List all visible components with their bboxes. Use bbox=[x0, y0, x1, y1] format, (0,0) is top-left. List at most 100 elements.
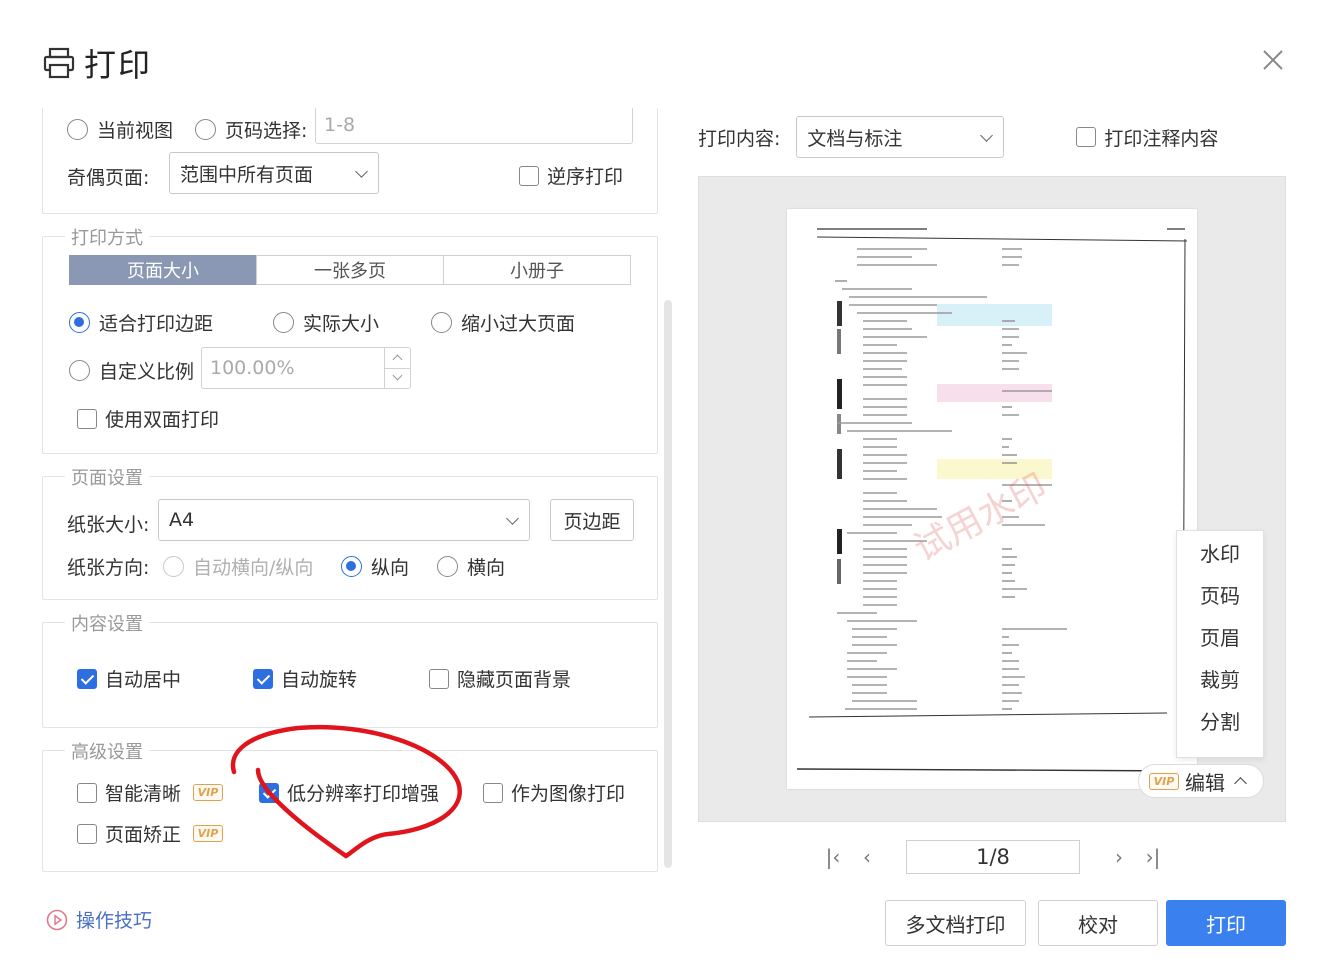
page-select-label: 页码选择: bbox=[225, 120, 308, 142]
edit-button[interactable]: VIP 编辑 bbox=[1138, 764, 1264, 798]
print-content-select[interactable]: 文档与标注 bbox=[796, 116, 1005, 158]
print-mode-legend: 打印方式 bbox=[65, 224, 149, 250]
tab-page-size[interactable]: 页面大小 bbox=[69, 255, 257, 285]
orient-auto-radio[interactable] bbox=[163, 556, 184, 577]
orient-portrait-label: 纵向 bbox=[371, 557, 410, 579]
shrink-large-radio[interactable] bbox=[431, 312, 452, 333]
radio-current-view[interactable]: 当前视图 bbox=[67, 116, 173, 143]
print-button[interactable]: 打印 bbox=[1166, 900, 1286, 946]
orient-portrait-radio[interactable] bbox=[341, 556, 362, 577]
chevron-down-icon bbox=[355, 165, 368, 178]
duplex-option[interactable]: 使用双面打印 bbox=[77, 405, 219, 432]
page-correct-option[interactable]: 页面矫正 VIP bbox=[77, 820, 224, 847]
odd-even-value: 范围中所有页面 bbox=[180, 163, 314, 186]
orient-landscape-option[interactable]: 横向 bbox=[437, 553, 505, 580]
orient-landscape-radio[interactable] bbox=[437, 556, 458, 577]
last-page-icon[interactable]: ›| bbox=[1140, 844, 1166, 870]
printer-icon bbox=[43, 47, 75, 79]
as-image-option[interactable]: 作为图像打印 bbox=[483, 779, 625, 806]
low-res-enhance-option[interactable]: 低分辨率打印增强 bbox=[259, 779, 439, 806]
page-correct-label: 页面矫正 bbox=[105, 824, 182, 846]
custom-scale-radio[interactable] bbox=[69, 360, 90, 381]
duplex-label: 使用双面打印 bbox=[105, 409, 220, 431]
chevron-up-icon bbox=[1234, 777, 1247, 790]
scale-stepper[interactable] bbox=[384, 348, 410, 388]
auto-rotate-label: 自动旋转 bbox=[281, 669, 358, 691]
menu-item-watermark[interactable]: 水印 bbox=[1177, 531, 1263, 573]
orientation-row: 纸张方向: bbox=[67, 553, 149, 580]
hide-bg-checkbox[interactable] bbox=[429, 668, 449, 689]
proofread-button[interactable]: 校对 bbox=[1038, 900, 1158, 946]
auto-rotate-option[interactable]: 自动旋转 bbox=[253, 665, 357, 692]
menu-item-header[interactable]: 页眉 bbox=[1177, 615, 1263, 657]
advanced-section: 高级设置 智能清晰 VIP 低分辨率打印增强 作为图像打印 页面矫正 VIP bbox=[42, 738, 658, 872]
print-comments-option[interactable]: 打印注释内容 bbox=[1076, 124, 1218, 151]
actual-size-radio[interactable] bbox=[273, 312, 294, 333]
print-content-label: 打印内容: bbox=[698, 127, 781, 150]
current-view-label: 当前视图 bbox=[97, 120, 174, 142]
current-view-radio[interactable] bbox=[67, 119, 88, 140]
menu-item-page-number[interactable]: 页码 bbox=[1177, 573, 1263, 615]
page-select-radio[interactable] bbox=[195, 119, 216, 140]
as-image-checkbox[interactable] bbox=[483, 782, 503, 803]
shrink-large-option[interactable]: 缩小过大页面 bbox=[431, 309, 575, 336]
auto-center-checkbox[interactable] bbox=[77, 668, 97, 689]
print-mode-tabs: 页面大小 一张多页 小册子 bbox=[69, 255, 631, 285]
menu-item-crop[interactable]: 裁剪 bbox=[1177, 657, 1263, 699]
range-section: 当前视图 页码选择: 1-8 奇偶页面: 范围中所有页面 逆序打印 bbox=[42, 108, 658, 214]
auto-rotate-checkbox[interactable] bbox=[253, 668, 273, 689]
chevron-down-icon bbox=[980, 129, 994, 142]
paper-size-select[interactable]: A4 bbox=[158, 499, 530, 541]
actual-size-option[interactable]: 实际大小 bbox=[273, 309, 379, 336]
print-comments-checkbox[interactable] bbox=[1076, 127, 1097, 147]
hide-bg-option[interactable]: 隐藏页面背景 bbox=[429, 665, 571, 692]
custom-scale-label: 自定义比例 bbox=[99, 361, 195, 383]
orient-auto-option[interactable]: 自动横向/纵向 bbox=[163, 553, 313, 580]
duplex-checkbox[interactable] bbox=[77, 408, 97, 429]
content-setup-legend: 内容设置 bbox=[65, 610, 149, 636]
smart-clear-checkbox[interactable] bbox=[77, 782, 97, 803]
menu-item-split[interactable]: 分割 bbox=[1177, 699, 1263, 741]
tab-multi-page[interactable]: 一张多页 bbox=[256, 255, 444, 285]
orient-auto-label: 自动横向/纵向 bbox=[193, 557, 314, 579]
preview-page: 试用水印 bbox=[787, 209, 1197, 789]
close-icon[interactable] bbox=[1259, 46, 1287, 74]
custom-scale-option[interactable]: 自定义比例 bbox=[69, 357, 194, 384]
first-page-icon[interactable]: |‹ bbox=[820, 844, 846, 870]
print-content-value: 文档与标注 bbox=[807, 127, 903, 150]
page-navigator: |‹ ‹ 1/8 › ›| bbox=[820, 840, 1166, 874]
fit-margin-option[interactable]: 适合打印边距 bbox=[69, 309, 213, 336]
hide-bg-label: 隐藏页面背景 bbox=[457, 669, 572, 691]
radio-page-select[interactable]: 页码选择: bbox=[195, 116, 307, 143]
play-circle-icon bbox=[46, 909, 68, 930]
orient-landscape-label: 横向 bbox=[467, 557, 506, 579]
multi-doc-print-button[interactable]: 多文档打印 bbox=[885, 900, 1026, 946]
help-link[interactable]: 操作技巧 bbox=[46, 906, 152, 933]
paper-size-label: 纸张大小: bbox=[67, 514, 150, 536]
auto-center-option[interactable]: 自动居中 bbox=[77, 665, 181, 692]
settings-scrollbar[interactable] bbox=[664, 300, 672, 868]
margin-button[interactable]: 页边距 bbox=[550, 499, 634, 541]
advanced-legend: 高级设置 bbox=[65, 738, 149, 764]
settings-panel[interactable]: 当前视图 页码选择: 1-8 奇偶页面: 范围中所有页面 逆序打印 打印方式 页… bbox=[40, 108, 662, 880]
print-dialog: 打印 当前视图 页码选择: 1-8 奇偶页面: 范围中所有页面 逆序打印 打印方… bbox=[0, 0, 1327, 975]
chevron-down-icon bbox=[506, 512, 519, 525]
chevron-down-icon[interactable] bbox=[392, 370, 403, 381]
reverse-print-checkbox[interactable] bbox=[519, 165, 539, 186]
odd-even-select[interactable]: 范围中所有页面 bbox=[169, 152, 379, 194]
next-page-icon[interactable]: › bbox=[1106, 844, 1132, 870]
page-number-input[interactable]: 1/8 bbox=[906, 840, 1080, 874]
orientation-label: 纸张方向: bbox=[67, 557, 150, 579]
low-res-enhance-checkbox[interactable] bbox=[259, 782, 279, 803]
smart-clear-option[interactable]: 智能清晰 VIP bbox=[77, 779, 224, 806]
reverse-print-option[interactable]: 逆序打印 bbox=[519, 162, 623, 189]
vip-badge: VIP bbox=[1149, 772, 1179, 790]
orient-portrait-option[interactable]: 纵向 bbox=[341, 553, 409, 580]
fit-margin-radio[interactable] bbox=[69, 312, 90, 333]
custom-scale-input[interactable]: 100.00% bbox=[201, 347, 411, 389]
prev-page-icon[interactable]: ‹ bbox=[854, 844, 880, 870]
chevron-up-icon[interactable] bbox=[392, 354, 403, 365]
tab-booklet[interactable]: 小册子 bbox=[443, 255, 631, 285]
page-range-input[interactable]: 1-8 bbox=[315, 108, 633, 144]
page-correct-checkbox[interactable] bbox=[77, 823, 97, 844]
